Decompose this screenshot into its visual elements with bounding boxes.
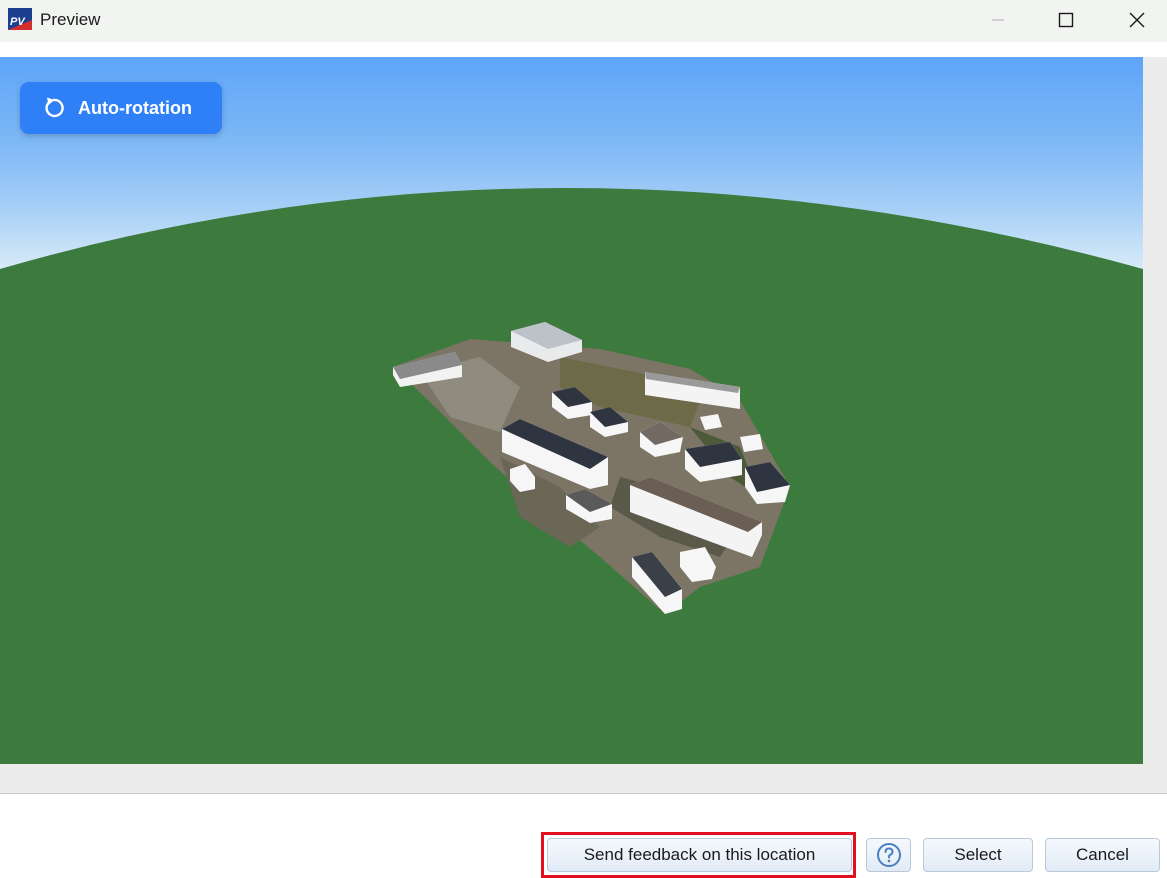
- viewport-bottom-gutter: [0, 764, 1167, 793]
- auto-rotation-label: Auto-rotation: [78, 97, 192, 118]
- 3d-viewport[interactable]: [0, 57, 1143, 764]
- preview-window: PV Preview Auto-rotation Send feedback o…: [0, 0, 1167, 878]
- maximize-button[interactable]: [1043, 0, 1089, 40]
- window-title: Preview: [40, 10, 101, 29]
- maximize-icon: [1058, 12, 1074, 28]
- svg-text:PV: PV: [10, 16, 26, 28]
- help-button[interactable]: [866, 838, 911, 872]
- rotate-ccw-icon: [41, 95, 67, 121]
- minimize-button[interactable]: [975, 0, 1021, 40]
- footer-divider: [0, 793, 1167, 794]
- cancel-button[interactable]: Cancel: [1045, 838, 1160, 872]
- auto-rotation-button[interactable]: Auto-rotation: [20, 82, 222, 134]
- cancel-label: Cancel: [1076, 845, 1129, 864]
- select-button[interactable]: Select: [923, 838, 1033, 872]
- close-button[interactable]: [1114, 0, 1160, 40]
- close-icon: [1129, 12, 1145, 28]
- select-label: Select: [954, 845, 1002, 864]
- send-feedback-label: Send feedback on this location: [583, 845, 816, 864]
- scene-canvas: [0, 188, 1143, 764]
- title-bar: PV Preview: [0, 0, 1167, 42]
- minimize-icon: [992, 19, 1004, 21]
- pv-logo-icon: PV: [8, 8, 32, 30]
- viewport-right-gutter: [1143, 57, 1167, 764]
- help-icon: [876, 843, 901, 867]
- send-feedback-button[interactable]: Send feedback on this location: [547, 838, 852, 872]
- title-gap: [0, 42, 1167, 57]
